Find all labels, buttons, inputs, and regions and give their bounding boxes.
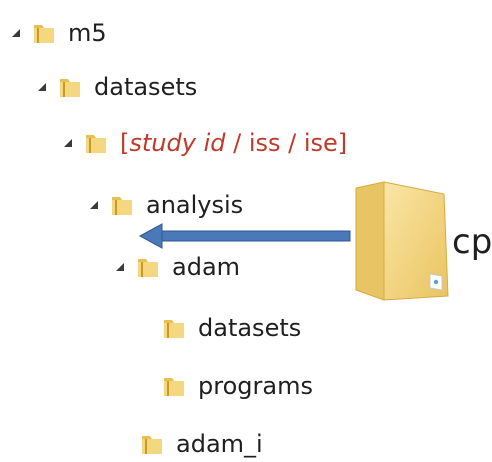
folder-icon [138,430,166,458]
label-close-bracket: ] [337,129,348,157]
folder-icon [108,191,136,219]
label-open-bracket: [ [120,129,130,157]
expanded-triangle-icon[interactable] [34,79,50,95]
tree-item-datasets[interactable]: datasets [34,69,197,105]
expanded-triangle-icon[interactable] [8,25,24,41]
tree-item-adam-datasets[interactable]: datasets [160,310,301,346]
copy-arrow [138,222,358,250]
tree-item-adam[interactable]: adam [112,249,240,285]
large-folder-icon [346,178,454,304]
tree-item-m5[interactable]: m5 [8,15,107,51]
expanded-triangle-icon[interactable] [112,259,128,275]
folder-icon [160,314,188,342]
tree-item-label: programs [198,372,313,400]
folder-icon [134,253,162,281]
folder-icon [160,372,188,400]
folder-icon [82,129,110,157]
tree-item-programs[interactable]: programs [160,368,313,404]
tree-item-analysis[interactable]: analysis [86,187,243,223]
copy-label: cp [452,222,492,262]
expanded-triangle-icon[interactable] [60,135,76,151]
tree-item-study-id[interactable]: [study id / iss / ise] [60,125,347,161]
tree-item-label: adam [172,253,241,281]
tree-item-adam-i[interactable]: adam_i [138,426,263,462]
tree-item-label: m5 [68,19,107,47]
tree-item-label: analysis [146,191,244,219]
tree-item-label: datasets [198,314,302,342]
label-iss-ise: / iss / ise [225,129,338,157]
folder-icon [56,73,84,101]
expanded-triangle-icon[interactable] [86,197,102,213]
tree-item-label: datasets [94,73,198,101]
label-study-id: study id [129,129,226,157]
folder-icon [30,19,58,47]
tree-item-label: [study id / iss / ise] [120,128,347,158]
tree-item-label: adam_i [176,430,263,458]
